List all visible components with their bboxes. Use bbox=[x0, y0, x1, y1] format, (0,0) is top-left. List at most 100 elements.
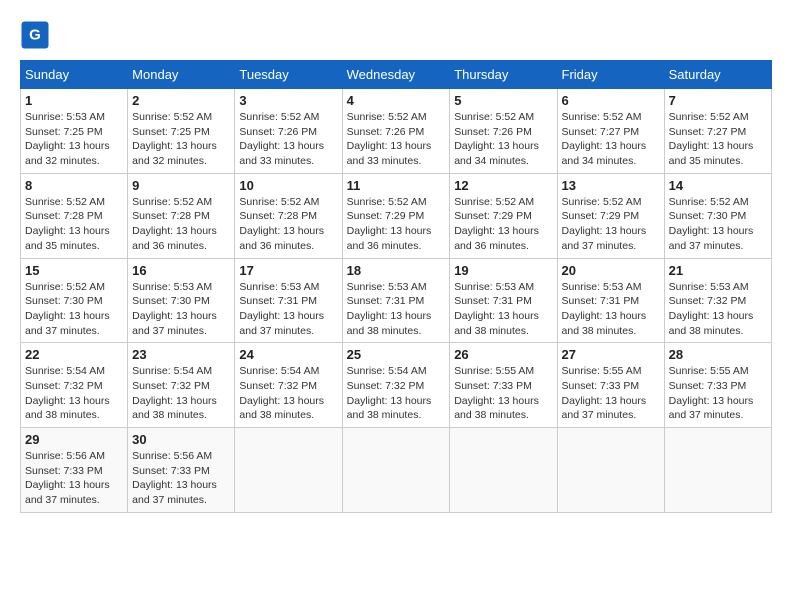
day-header-tuesday: Tuesday bbox=[235, 61, 342, 89]
calendar-cell: 11 Sunrise: 5:52 AM Sunset: 7:29 PM Dayli… bbox=[342, 173, 450, 258]
day-info: Sunrise: 5:52 AM Sunset: 7:27 PM Dayligh… bbox=[669, 110, 767, 169]
day-info: Sunrise: 5:52 AM Sunset: 7:29 PM Dayligh… bbox=[347, 195, 446, 254]
day-number: 28 bbox=[669, 347, 767, 362]
calendar-cell: 23 Sunrise: 5:54 AM Sunset: 7:32 PM Dayli… bbox=[128, 343, 235, 428]
calendar-cell bbox=[235, 428, 342, 513]
calendar-cell: 30 Sunrise: 5:56 AM Sunset: 7:33 PM Dayli… bbox=[128, 428, 235, 513]
calendar-cell: 19 Sunrise: 5:53 AM Sunset: 7:31 PM Dayli… bbox=[450, 258, 557, 343]
day-info: Sunrise: 5:53 AM Sunset: 7:31 PM Dayligh… bbox=[562, 280, 660, 339]
day-number: 24 bbox=[239, 347, 337, 362]
day-info: Sunrise: 5:53 AM Sunset: 7:31 PM Dayligh… bbox=[454, 280, 552, 339]
calendar-cell: 22 Sunrise: 5:54 AM Sunset: 7:32 PM Dayli… bbox=[21, 343, 128, 428]
calendar-week-row: 22 Sunrise: 5:54 AM Sunset: 7:32 PM Dayli… bbox=[21, 343, 772, 428]
calendar-cell: 5 Sunrise: 5:52 AM Sunset: 7:26 PM Daylig… bbox=[450, 89, 557, 174]
day-number: 5 bbox=[454, 93, 552, 108]
day-header-thursday: Thursday bbox=[450, 61, 557, 89]
day-number: 19 bbox=[454, 263, 552, 278]
day-info: Sunrise: 5:54 AM Sunset: 7:32 PM Dayligh… bbox=[25, 364, 123, 423]
day-number: 25 bbox=[347, 347, 446, 362]
calendar-cell bbox=[450, 428, 557, 513]
calendar-cell: 2 Sunrise: 5:52 AM Sunset: 7:25 PM Daylig… bbox=[128, 89, 235, 174]
day-info: Sunrise: 5:52 AM Sunset: 7:30 PM Dayligh… bbox=[669, 195, 767, 254]
calendar-cell: 8 Sunrise: 5:52 AM Sunset: 7:28 PM Daylig… bbox=[21, 173, 128, 258]
day-info: Sunrise: 5:52 AM Sunset: 7:26 PM Dayligh… bbox=[347, 110, 446, 169]
day-number: 20 bbox=[562, 263, 660, 278]
day-number: 16 bbox=[132, 263, 230, 278]
calendar-cell bbox=[342, 428, 450, 513]
svg-text:G: G bbox=[29, 27, 41, 44]
day-number: 23 bbox=[132, 347, 230, 362]
day-number: 14 bbox=[669, 178, 767, 193]
calendar-cell: 21Sunrise: 5:53 AM Sunset: 7:32 PM Dayli… bbox=[664, 258, 771, 343]
day-header-sunday: Sunday bbox=[21, 61, 128, 89]
day-number: 21 bbox=[669, 263, 767, 278]
calendar-cell: 15 Sunrise: 5:52 AM Sunset: 7:30 PM Dayli… bbox=[21, 258, 128, 343]
day-info: Sunrise: 5:53 AM Sunset: 7:31 PM Dayligh… bbox=[239, 280, 337, 339]
day-header-monday: Monday bbox=[128, 61, 235, 89]
day-number: 11 bbox=[347, 178, 446, 193]
calendar-cell: 4 Sunrise: 5:52 AM Sunset: 7:26 PM Daylig… bbox=[342, 89, 450, 174]
logo-icon: G bbox=[20, 20, 50, 50]
day-number: 27 bbox=[562, 347, 660, 362]
logo: G bbox=[20, 20, 54, 50]
day-info: Sunrise: 5:52 AM Sunset: 7:30 PM Dayligh… bbox=[25, 280, 123, 339]
day-number: 1 bbox=[25, 93, 123, 108]
calendar-cell: 28 Sunrise: 5:55 AM Sunset: 7:33 PM Dayli… bbox=[664, 343, 771, 428]
day-info: Sunrise: 5:52 AM Sunset: 7:28 PM Dayligh… bbox=[25, 195, 123, 254]
calendar-cell: 3 Sunrise: 5:52 AM Sunset: 7:26 PM Daylig… bbox=[235, 89, 342, 174]
day-number: 26 bbox=[454, 347, 552, 362]
day-info: Sunrise: 5:53 AM Sunset: 7:31 PM Dayligh… bbox=[347, 280, 446, 339]
day-info: Sunrise: 5:52 AM Sunset: 7:26 PM Dayligh… bbox=[239, 110, 337, 169]
calendar-cell: 25 Sunrise: 5:54 AM Sunset: 7:32 PM Dayli… bbox=[342, 343, 450, 428]
calendar-cell: 6Sunrise: 5:52 AM Sunset: 7:27 PM Daylig… bbox=[557, 89, 664, 174]
day-number: 30 bbox=[132, 432, 230, 447]
day-number: 18 bbox=[347, 263, 446, 278]
day-info: Sunrise: 5:52 AM Sunset: 7:28 PM Dayligh… bbox=[132, 195, 230, 254]
day-number: 15 bbox=[25, 263, 123, 278]
calendar-cell bbox=[557, 428, 664, 513]
day-number: 9 bbox=[132, 178, 230, 193]
calendar-cell: 13 Sunrise: 5:52 AM Sunset: 7:29 PM Dayli… bbox=[557, 173, 664, 258]
day-number: 8 bbox=[25, 178, 123, 193]
day-number: 4 bbox=[347, 93, 446, 108]
calendar-cell: 16 Sunrise: 5:53 AM Sunset: 7:30 PM Dayli… bbox=[128, 258, 235, 343]
day-info: Sunrise: 5:53 AM Sunset: 7:30 PM Dayligh… bbox=[132, 280, 230, 339]
day-info: Sunrise: 5:52 AM Sunset: 7:28 PM Dayligh… bbox=[239, 195, 337, 254]
day-number: 12 bbox=[454, 178, 552, 193]
day-info: Sunrise: 5:52 AM Sunset: 7:26 PM Dayligh… bbox=[454, 110, 552, 169]
calendar-week-row: 29 Sunrise: 5:56 AM Sunset: 7:33 PM Dayli… bbox=[21, 428, 772, 513]
calendar-cell: 7 Sunrise: 5:52 AM Sunset: 7:27 PM Daylig… bbox=[664, 89, 771, 174]
day-number: 2 bbox=[132, 93, 230, 108]
calendar-cell: 14 Sunrise: 5:52 AM Sunset: 7:30 PM Dayli… bbox=[664, 173, 771, 258]
calendar-cell: 10 Sunrise: 5:52 AM Sunset: 7:28 PM Dayli… bbox=[235, 173, 342, 258]
calendar-week-row: 15 Sunrise: 5:52 AM Sunset: 7:30 PM Dayli… bbox=[21, 258, 772, 343]
calendar-week-row: 1 Sunrise: 5:53 AM Sunset: 7:25 PM Daylig… bbox=[21, 89, 772, 174]
day-info: Sunrise: 5:54 AM Sunset: 7:32 PM Dayligh… bbox=[239, 364, 337, 423]
day-info: Sunrise: 5:55 AM Sunset: 7:33 PM Dayligh… bbox=[669, 364, 767, 423]
day-header-saturday: Saturday bbox=[664, 61, 771, 89]
day-info: Sunrise: 5:56 AM Sunset: 7:33 PM Dayligh… bbox=[25, 449, 123, 508]
day-info: Sunrise: 5:52 AM Sunset: 7:29 PM Dayligh… bbox=[562, 195, 660, 254]
calendar-cell: 24 Sunrise: 5:54 AM Sunset: 7:32 PM Dayli… bbox=[235, 343, 342, 428]
calendar-cell: 26 Sunrise: 5:55 AM Sunset: 7:33 PM Dayli… bbox=[450, 343, 557, 428]
day-info: Sunrise: 5:55 AM Sunset: 7:33 PM Dayligh… bbox=[454, 364, 552, 423]
calendar-cell: 1 Sunrise: 5:53 AM Sunset: 7:25 PM Daylig… bbox=[21, 89, 128, 174]
day-info: Sunrise: 5:54 AM Sunset: 7:32 PM Dayligh… bbox=[132, 364, 230, 423]
day-number: 7 bbox=[669, 93, 767, 108]
calendar-cell: 27Sunrise: 5:55 AM Sunset: 7:33 PM Dayli… bbox=[557, 343, 664, 428]
calendar-week-row: 8 Sunrise: 5:52 AM Sunset: 7:28 PM Daylig… bbox=[21, 173, 772, 258]
calendar-cell: 29 Sunrise: 5:56 AM Sunset: 7:33 PM Dayli… bbox=[21, 428, 128, 513]
day-header-wednesday: Wednesday bbox=[342, 61, 450, 89]
day-number: 22 bbox=[25, 347, 123, 362]
day-number: 29 bbox=[25, 432, 123, 447]
day-number: 3 bbox=[239, 93, 337, 108]
day-info: Sunrise: 5:53 AM Sunset: 7:25 PM Dayligh… bbox=[25, 110, 123, 169]
day-info: Sunrise: 5:52 AM Sunset: 7:25 PM Dayligh… bbox=[132, 110, 230, 169]
day-info: Sunrise: 5:52 AM Sunset: 7:27 PM Dayligh… bbox=[562, 110, 660, 169]
day-number: 13 bbox=[562, 178, 660, 193]
day-info: Sunrise: 5:54 AM Sunset: 7:32 PM Dayligh… bbox=[347, 364, 446, 423]
day-info: Sunrise: 5:56 AM Sunset: 7:33 PM Dayligh… bbox=[132, 449, 230, 508]
day-number: 10 bbox=[239, 178, 337, 193]
calendar-header-row: SundayMondayTuesdayWednesdayThursdayFrid… bbox=[21, 61, 772, 89]
day-info: Sunrise: 5:52 AM Sunset: 7:29 PM Dayligh… bbox=[454, 195, 552, 254]
